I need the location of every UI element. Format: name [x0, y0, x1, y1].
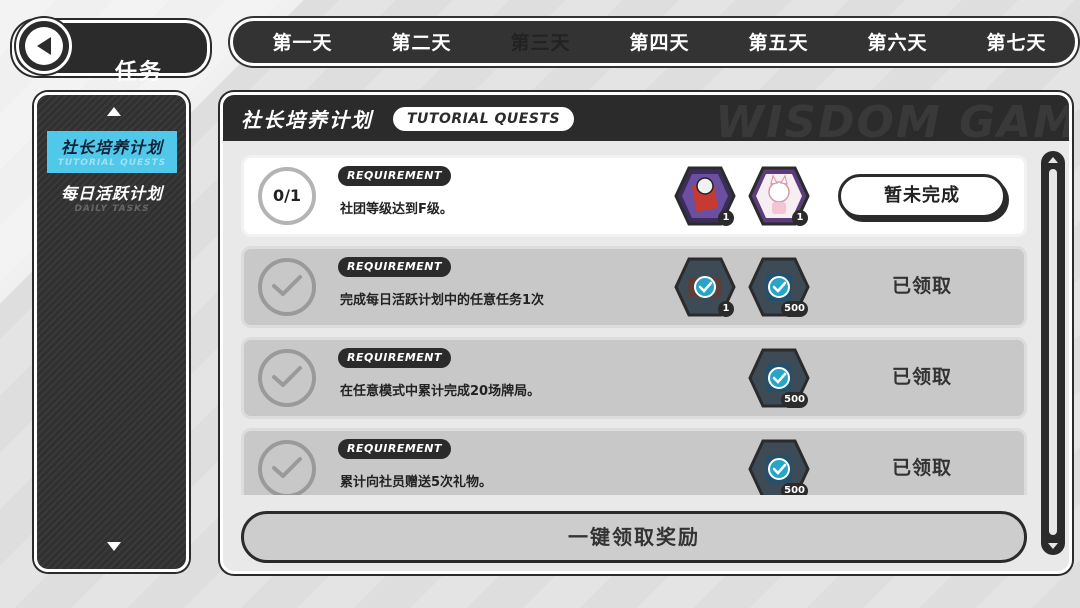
tab-day-7[interactable]: 第七天 — [957, 25, 1076, 61]
scroll-up-arrow-icon[interactable] — [107, 107, 121, 116]
quest-row: REQUIREMENT 在任意模式中累计完成20场牌局。 500 已领取 — [241, 337, 1027, 419]
category-sidebar: 社长培养计划 TUTORIAL QUESTS 每日活跃计划 DAILY TASK… — [34, 92, 189, 572]
reward-item[interactable]: 500 — [748, 346, 810, 410]
claim-all-button[interactable]: 一键领取奖励 — [241, 511, 1027, 563]
tab-day-5[interactable]: 第五天 — [719, 25, 838, 61]
panel-tag: TUTORIAL QUESTS — [393, 107, 575, 131]
tab-day-2[interactable]: 第二天 — [362, 25, 481, 61]
reward-count: 1 — [718, 210, 734, 226]
reward-count: 1 — [792, 210, 808, 226]
reward-count: 1 — [718, 301, 734, 317]
completed-check-icon — [258, 349, 316, 407]
reward-item[interactable]: 1 — [674, 255, 736, 319]
panel-header: 社长培养计划 TUTORIAL QUESTS WISDOM GAM — [223, 95, 1069, 148]
quest-description: 累计向社员赠送5次礼物。 — [340, 475, 493, 490]
quest-list-scrollbar[interactable] — [1041, 151, 1065, 555]
reward-item[interactable]: 500 — [748, 255, 810, 319]
tab-day-6-label: 第六天 — [867, 32, 928, 54]
scrollbar-thumb[interactable] — [1049, 169, 1057, 535]
claimed-status: 已领取 — [891, 275, 952, 297]
completed-check-icon — [258, 258, 316, 316]
tab-day-1-label: 第一天 — [272, 32, 333, 54]
sidebar-item-sublabel: TUTORIAL QUESTS — [57, 158, 167, 168]
tab-day-3-label: 第三天 — [510, 32, 571, 54]
tab-day-4-label: 第四天 — [629, 32, 690, 54]
tab-day-1[interactable]: 第一天 — [243, 25, 362, 61]
sidebar-item-tutorial[interactable]: 社长培养计划 TUTORIAL QUESTS — [47, 131, 177, 173]
tab-day-6[interactable]: 第六天 — [838, 25, 957, 61]
scroll-down-arrow-icon[interactable] — [107, 542, 121, 551]
tab-day-4[interactable]: 第四天 — [600, 25, 719, 61]
quest-description: 社团等级达到F级。 — [340, 202, 453, 217]
sidebar-item-daily[interactable]: 每日活跃计划 DAILY TASKS — [47, 177, 177, 219]
panel-watermark: WISDOM GAM — [715, 97, 1072, 148]
page-title: 任务 — [115, 60, 164, 85]
sidebar-item-sublabel: DAILY TASKS — [74, 204, 150, 214]
tab-day-5-label: 第五天 — [748, 32, 809, 54]
tab-day-3[interactable]: 第三天 — [481, 25, 600, 61]
completed-check-icon — [258, 440, 316, 495]
scroll-up-icon — [1048, 157, 1058, 163]
sidebar-item-label: 社长培养计划 — [60, 138, 163, 157]
claimed-status: 已领取 — [891, 457, 952, 479]
tab-day-2-label: 第二天 — [391, 32, 452, 54]
day-tab-bar: 第一天 第二天 第三天 第四天 第五天 第六天 第七天 — [230, 18, 1078, 66]
quest-row: REQUIREMENT 完成每日活跃计划中的任意任务1次 1 500 已领取 — [241, 246, 1027, 328]
quest-description: 完成每日活跃计划中的任意任务1次 — [340, 293, 545, 308]
reward-item[interactable]: 1 — [674, 164, 736, 228]
quest-list: 0/1 REQUIREMENT 社团等级达到F级。 1 1 暂未完成 REQUI… — [241, 155, 1027, 495]
requirement-tag: REQUIREMENT — [338, 166, 452, 186]
requirement-tag: REQUIREMENT — [338, 257, 452, 277]
tab-day-7-label: 第七天 — [986, 32, 1047, 54]
reward-count: 500 — [781, 483, 808, 495]
reward-item[interactable]: 1 — [748, 164, 810, 228]
reward-item[interactable]: 500 — [748, 437, 810, 495]
back-button[interactable] — [16, 18, 72, 74]
panel-title: 社长培养计划 — [241, 108, 373, 132]
quest-row: 0/1 REQUIREMENT 社团等级达到F级。 1 1 暂未完成 — [241, 155, 1027, 237]
claimed-status: 已领取 — [891, 366, 952, 388]
progress-circle: 0/1 — [258, 167, 316, 225]
requirement-tag: REQUIREMENT — [338, 439, 452, 459]
not-complete-button[interactable]: 暂未完成 — [838, 174, 1006, 218]
requirement-tag: REQUIREMENT — [338, 348, 452, 368]
back-arrow-icon — [37, 37, 51, 55]
quest-row: REQUIREMENT 累计向社员赠送5次礼物。 500 已领取 — [241, 428, 1027, 495]
reward-count: 500 — [781, 301, 808, 317]
reward-count: 500 — [781, 392, 808, 408]
back-button-inner — [25, 27, 63, 65]
quest-panel: 社长培养计划 TUTORIAL QUESTS WISDOM GAM 0/1 RE… — [220, 92, 1072, 574]
quest-description: 在任意模式中累计完成20场牌局。 — [340, 384, 541, 399]
scroll-down-icon — [1048, 543, 1058, 549]
sidebar-item-label: 每日活跃计划 — [60, 184, 163, 203]
progress-text: 0/1 — [272, 186, 302, 205]
